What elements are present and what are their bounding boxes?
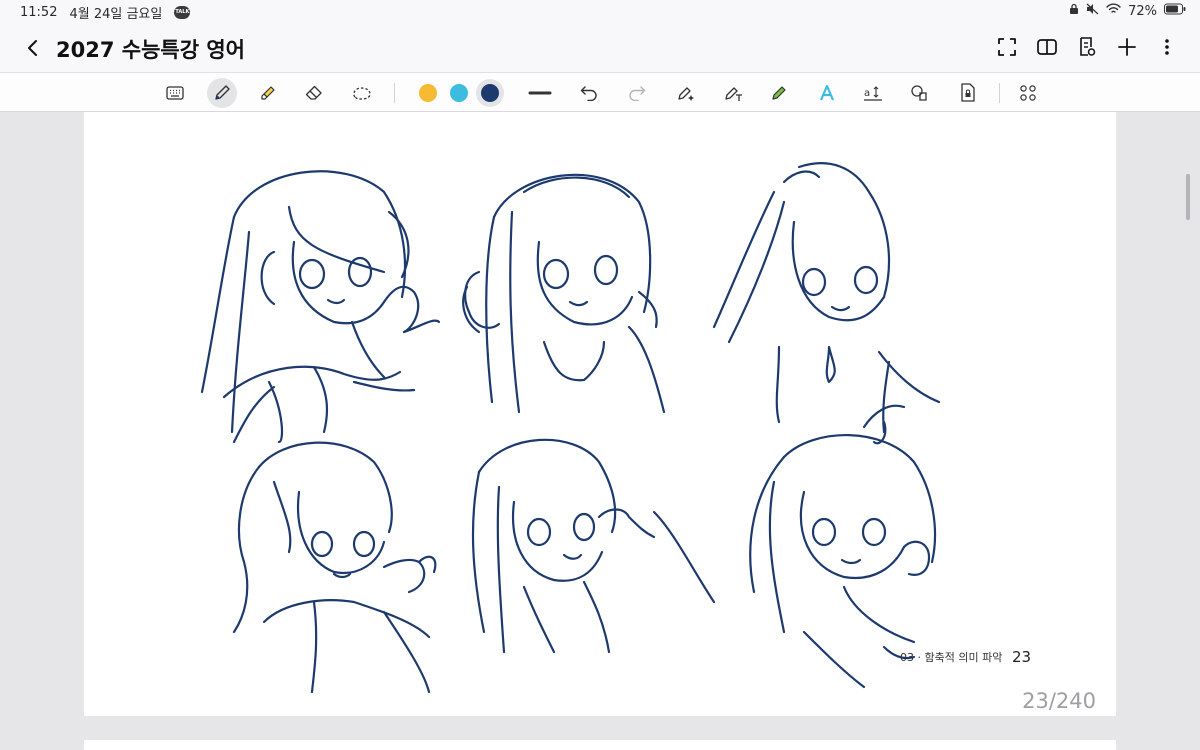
printed-page-number: 23 xyxy=(1012,648,1032,666)
text-size-tool[interactable]: a xyxy=(858,78,888,108)
color-navy-swatch[interactable] xyxy=(475,78,505,108)
vertical-scrollbar[interactable] xyxy=(1186,174,1190,220)
pen-text-icon xyxy=(725,87,742,101)
pen-sparkle-tool[interactable] xyxy=(671,78,701,108)
wifi-icon xyxy=(1106,3,1121,19)
eraser-icon xyxy=(305,85,322,100)
highlighter-icon xyxy=(261,86,275,100)
cyan-dot xyxy=(450,84,468,102)
page-lock-icon xyxy=(961,83,975,102)
sketch-girl-3 xyxy=(712,162,941,445)
fullscreen-button[interactable] xyxy=(996,36,1018,58)
battery-percent: 72% xyxy=(1128,3,1157,19)
lasso-icon xyxy=(353,87,371,100)
pen-sparkle-icon xyxy=(678,87,694,101)
back-button[interactable] xyxy=(18,34,46,62)
line-thickness-tool[interactable] xyxy=(525,78,555,108)
text-size-icon: a xyxy=(864,86,882,101)
redo-icon xyxy=(629,86,646,101)
book-view-button[interactable] xyxy=(1036,36,1058,58)
color-cyan-swatch[interactable] xyxy=(444,78,474,108)
status-bar: 11:52 4월 24일 금요일 TALK 72% xyxy=(0,0,1200,24)
redo-button[interactable] xyxy=(622,78,652,108)
sketch-girl-5 xyxy=(471,438,716,654)
lock-icon xyxy=(1069,3,1079,19)
section-footer: 03 · 함축적 의미 파악 xyxy=(900,651,1003,664)
shapes-tool[interactable] xyxy=(905,78,935,108)
text-style-icon xyxy=(819,84,835,101)
more-button[interactable] xyxy=(1156,36,1178,58)
lasso-tool[interactable] xyxy=(347,78,377,108)
marker-icon xyxy=(772,86,786,100)
eraser-tool[interactable] xyxy=(299,78,329,108)
sketch-girl-4 xyxy=(232,441,437,694)
yellow-dot xyxy=(419,84,437,102)
page-settings-icon xyxy=(1080,37,1096,56)
kakaotalk-icon: TALK xyxy=(174,6,191,19)
battery-icon xyxy=(1164,3,1186,19)
color-marker-tool[interactable] xyxy=(765,78,795,108)
undo-button[interactable] xyxy=(574,78,604,108)
app-header: 2027 수능특강 영어 xyxy=(0,24,1200,72)
more-vertical-icon xyxy=(1165,39,1169,55)
thickness-line-icon xyxy=(528,91,552,95)
pen-tool[interactable] xyxy=(207,78,237,108)
pen-text-tool[interactable] xyxy=(718,78,748,108)
plus-icon xyxy=(1118,38,1136,56)
handwritten-sketch xyxy=(200,162,941,694)
add-button[interactable] xyxy=(1116,36,1138,58)
next-page-preview xyxy=(84,740,1116,750)
back-arrow-icon xyxy=(28,40,37,56)
document-page[interactable]: 03 · 함축적 의미 파악 23 23/240 xyxy=(84,112,1116,716)
toolbar-divider xyxy=(999,83,1000,103)
page-counter: 23/240 xyxy=(1022,689,1096,713)
page-title: 2027 수능특강 영어 xyxy=(56,38,245,62)
keyboard-tool[interactable] xyxy=(160,78,190,108)
text-style-tool[interactable] xyxy=(812,78,842,108)
mute-icon xyxy=(1086,3,1099,19)
fullscreen-icon xyxy=(998,38,1016,56)
undo-icon xyxy=(580,86,597,101)
status-time: 11:52 xyxy=(20,5,58,20)
apps-tool[interactable] xyxy=(1013,78,1043,108)
apps-grid-icon xyxy=(1020,85,1036,101)
sketch-girl-1 xyxy=(200,170,441,444)
color-yellow-swatch[interactable] xyxy=(413,78,443,108)
navy-dot xyxy=(481,84,499,102)
shapes-icon xyxy=(911,85,927,101)
keyboard-icon xyxy=(166,86,184,100)
pen-icon xyxy=(215,85,230,100)
book-view-icon xyxy=(1037,39,1057,55)
sketch-girl-6 xyxy=(749,404,937,689)
document-canvas[interactable]: 03 · 함축적 의미 파악 23 23/240 xyxy=(0,112,1200,750)
page-settings-button[interactable] xyxy=(1076,36,1098,58)
toolbar-divider xyxy=(394,83,395,103)
pen-toolbar: a xyxy=(0,72,1200,112)
svg-text:a: a xyxy=(864,88,870,99)
highlighter-tool[interactable] xyxy=(253,78,283,108)
sketch-girl-2 xyxy=(462,173,666,414)
status-date: 4월 24일 금요일 xyxy=(69,7,163,22)
lock-page-tool[interactable] xyxy=(953,78,983,108)
selected-color-ring xyxy=(476,79,504,107)
